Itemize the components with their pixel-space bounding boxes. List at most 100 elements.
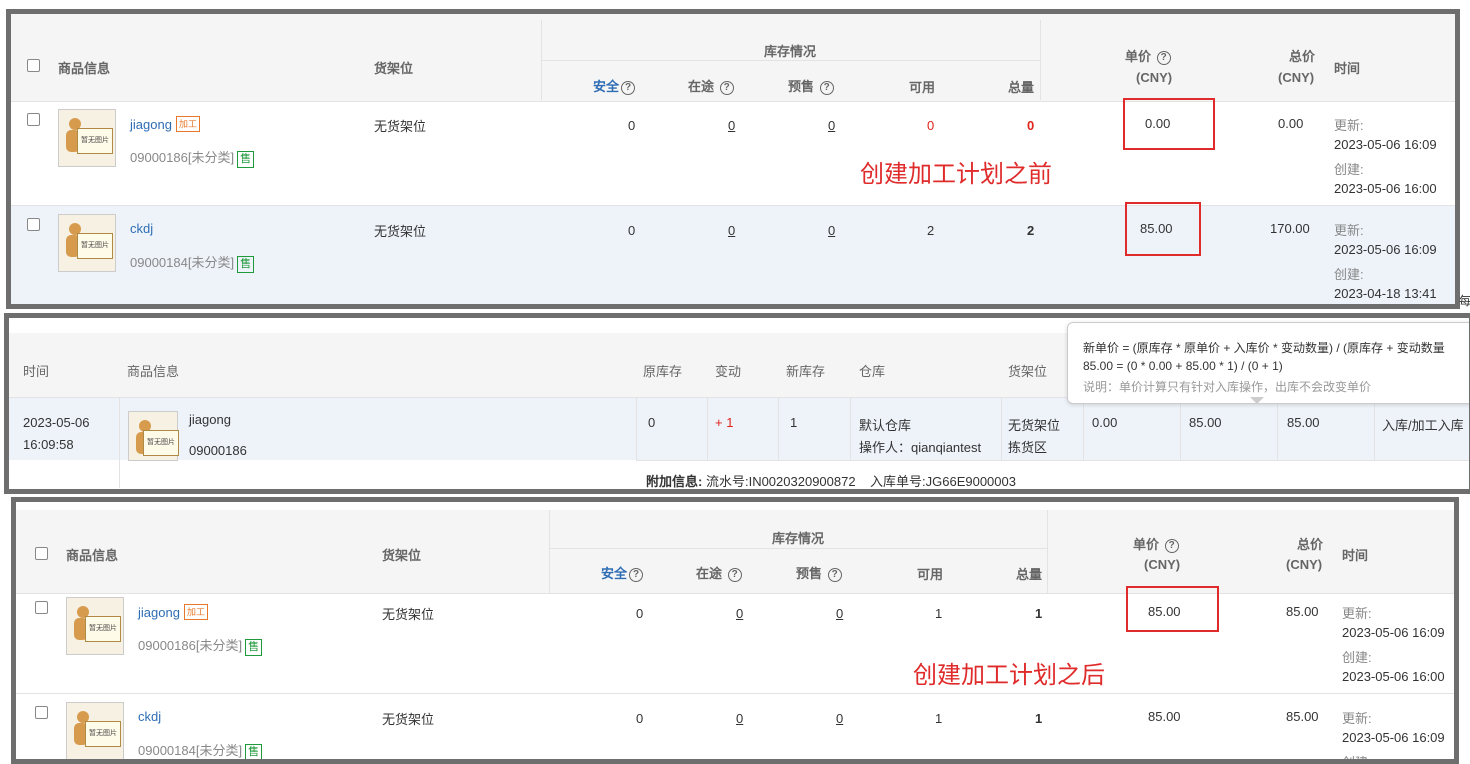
in-transit-value[interactable]: 0 <box>736 711 743 726</box>
updated-time: 2023-05-06 16:09 <box>1342 625 1445 640</box>
header-time: 时间 <box>1342 548 1369 563</box>
available-value: 2 <box>927 223 935 238</box>
log-new-stock: 1 <box>790 415 798 430</box>
product-sku: 09000186[未分类] <box>130 150 235 165</box>
updated-label: 更新: <box>1342 711 1372 726</box>
header-product-info: 商品信息 <box>66 548 119 563</box>
before-table-panel: 商品信息 货架位 库存情况 安全? 在途 ? 预售 ? 可用 总量 单价 ? (… <box>6 9 1460 309</box>
header-unit-price: 单价 <box>1125 49 1152 64</box>
select-all-checkbox[interactable] <box>35 547 48 560</box>
created-time: 2023-05-06 16:00 <box>1334 181 1437 196</box>
log-value-2: 85.00 <box>1189 415 1222 430</box>
help-icon[interactable]: ? <box>827 568 842 582</box>
header-currency: (CNY) <box>1144 557 1181 572</box>
header-presale: 预售 <box>788 79 815 94</box>
total-value: 0 <box>1027 118 1035 133</box>
header-total-price: 总价 <box>1289 49 1316 64</box>
log-header-time: 时间 <box>23 364 50 379</box>
shelf-value: 无货架位 <box>374 224 427 239</box>
header-unit-price: 单价 <box>1133 537 1160 552</box>
log-header-orig-stock: 原库存 <box>643 364 683 379</box>
header-currency: (CNY) <box>1286 557 1323 572</box>
header-available: 可用 <box>909 80 936 95</box>
shelf-value: 无货架位 <box>382 607 435 622</box>
header-safe[interactable]: 安全 <box>593 79 619 94</box>
log-header-product-info: 商品信息 <box>127 364 180 379</box>
updated-time: 2023-05-06 16:09 <box>1334 242 1437 257</box>
header-total-price: 总价 <box>1297 537 1324 552</box>
help-icon[interactable]: ? <box>629 568 644 582</box>
before-annotation: 创建加工计划之前 <box>860 161 1052 188</box>
safe-value: 0 <box>636 606 644 621</box>
log-date: 2023-05-06 <box>23 415 90 430</box>
available-value: 1 <box>935 606 943 621</box>
highlight-box <box>1125 202 1201 256</box>
safe-value: 0 <box>636 711 644 726</box>
product-name-link[interactable]: jiagong <box>130 117 172 132</box>
tooltip-example: 85.00 = (0 * 0.00 + 85.00 * 1) / (0 + 1) <box>1083 359 1283 373</box>
highlight-box <box>1123 98 1215 150</box>
shelf-value: 无货架位 <box>374 119 427 134</box>
total-price-value: 0.00 <box>1278 116 1304 131</box>
product-thumbnail: 暂无图片 <box>58 109 116 167</box>
safe-value: 0 <box>628 118 636 133</box>
created-label: 创建: <box>1334 162 1364 177</box>
in-transit-value[interactable]: 0 <box>736 606 743 621</box>
product-name-link[interactable]: jiagong <box>138 605 180 620</box>
sale-tag: 售 <box>245 744 263 759</box>
presale-value[interactable]: 0 <box>828 223 835 238</box>
safe-value: 0 <box>628 223 636 238</box>
header-shelf: 货架位 <box>374 61 414 76</box>
log-time: 16:09:58 <box>23 437 74 452</box>
available-value: 1 <box>935 711 943 726</box>
header-stock-status: 库存情况 <box>772 531 825 546</box>
total-price-value: 85.00 <box>1286 604 1319 619</box>
help-icon[interactable]: ? <box>1164 539 1179 553</box>
product-name-link[interactable]: ckdj <box>138 709 161 724</box>
help-icon[interactable]: ? <box>719 81 734 95</box>
select-all-checkbox[interactable] <box>27 59 40 72</box>
updated-label: 更新: <box>1334 223 1364 238</box>
created-label: 创建: <box>1342 650 1372 665</box>
in-transit-value[interactable]: 0 <box>728 118 735 133</box>
highlight-box <box>1126 586 1219 632</box>
header-available: 可用 <box>917 567 944 582</box>
row-checkbox[interactable] <box>35 601 48 614</box>
presale-value[interactable]: 0 <box>836 711 843 726</box>
edge-fragment: 每 <box>1459 294 1470 308</box>
row-checkbox[interactable] <box>27 113 40 126</box>
row-checkbox[interactable] <box>35 706 48 719</box>
total-value: 1 <box>1035 606 1043 621</box>
sale-tag: 售 <box>237 256 255 273</box>
unit-price-tooltip: 新单价 = (原库存 * 原单价 + 入库价 * 变动数量) / (原库存 + … <box>1067 322 1469 404</box>
updated-label: 更新: <box>1334 118 1364 133</box>
header-currency: (CNY) <box>1278 70 1315 85</box>
product-sku: 09000184[未分类] <box>130 255 235 270</box>
log-shelf: 无货架位 <box>1008 418 1061 433</box>
product-name-link[interactable]: ckdj <box>130 221 153 236</box>
presale-value[interactable]: 0 <box>836 606 843 621</box>
product-thumbnail: 暂无图片 <box>66 702 124 759</box>
in-transit-value[interactable]: 0 <box>728 223 735 238</box>
header-stock-status: 库存情况 <box>764 44 817 59</box>
help-icon[interactable]: ? <box>1156 51 1171 65</box>
available-value: 0 <box>927 118 935 133</box>
product-thumbnail: 暂无图片 <box>58 214 116 272</box>
shelf-value: 无货架位 <box>382 712 435 727</box>
header-total: 总量 <box>1008 80 1035 95</box>
header-shelf: 货架位 <box>382 548 422 563</box>
log-operator: 操作人：qianqiantest <box>859 440 982 455</box>
header-in-transit: 在途 <box>696 566 723 581</box>
help-icon[interactable]: ? <box>819 81 834 95</box>
created-time: 2023-05-06 16:00 <box>1342 669 1445 684</box>
header-safe[interactable]: 安全 <box>601 566 627 581</box>
presale-value[interactable]: 0 <box>828 118 835 133</box>
header-presale: 预售 <box>796 566 823 581</box>
tooltip-formula: 新单价 = (原库存 * 原单价 + 入库价 * 变动数量) / (原库存 + … <box>1083 341 1445 355</box>
help-icon[interactable]: ? <box>727 568 742 582</box>
log-change: + 1 <box>715 415 734 430</box>
sale-tag: 售 <box>245 639 263 656</box>
row-checkbox[interactable] <box>27 218 40 231</box>
log-value-3: 85.00 <box>1287 415 1320 430</box>
help-icon[interactable]: ? <box>621 81 636 95</box>
